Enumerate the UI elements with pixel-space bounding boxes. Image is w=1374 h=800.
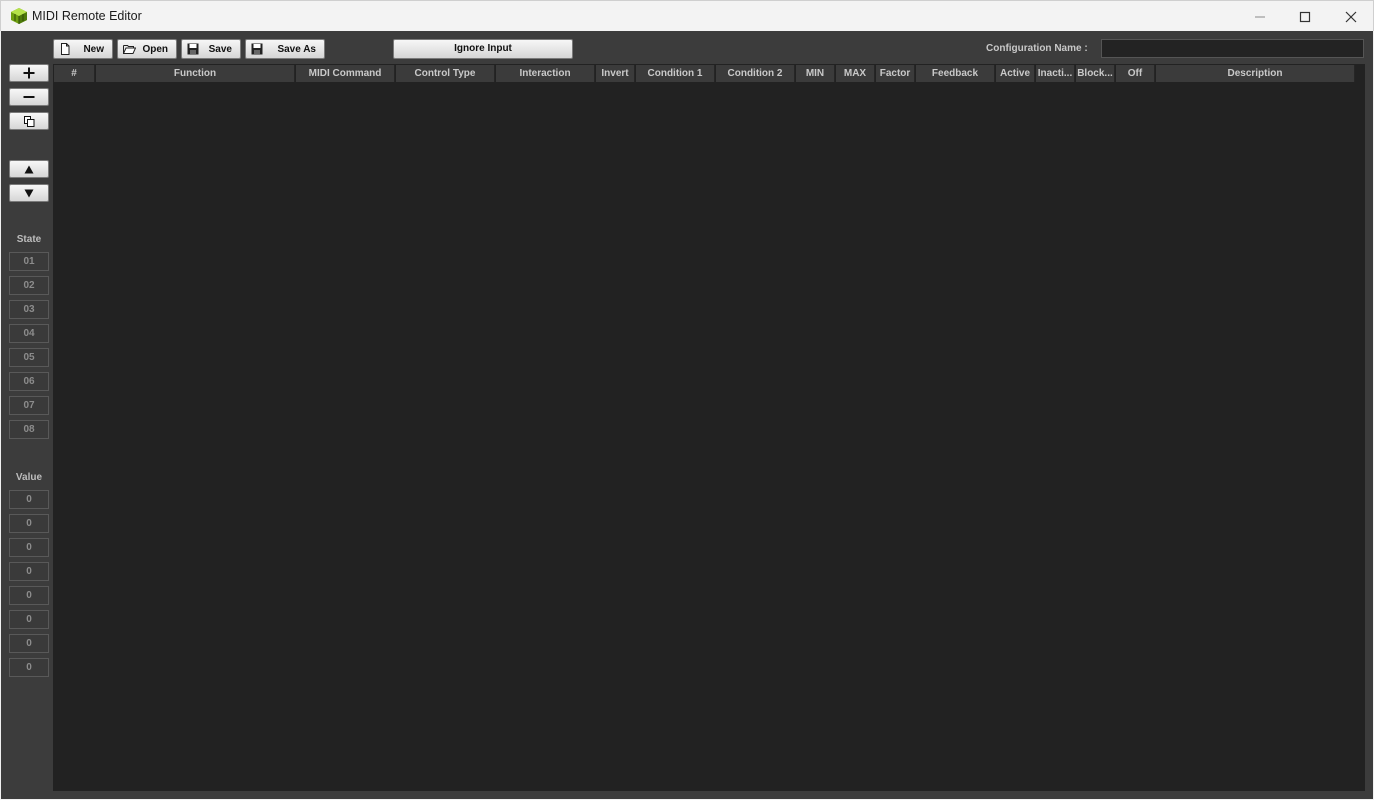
value-cell-4[interactable]: 0 — [9, 562, 49, 581]
column-header-function[interactable]: Function — [96, 65, 295, 82]
state-cell-08[interactable]: 08 — [9, 420, 49, 439]
column-header-midi-command[interactable]: MIDI Command — [296, 65, 395, 82]
value-cell-3[interactable]: 0 — [9, 538, 49, 557]
ignore-input-button[interactable]: Ignore Input — [393, 39, 573, 59]
save-as-button[interactable]: Save As — [245, 39, 325, 59]
minus-icon — [23, 96, 35, 98]
duplicate-row-button[interactable] — [9, 112, 49, 130]
column-header-factor[interactable]: Factor — [876, 65, 915, 82]
value-cell-1[interactable]: 0 — [9, 490, 49, 509]
state-cell-06[interactable]: 06 — [9, 372, 49, 391]
floppy-disk-icon — [251, 43, 263, 55]
floppy-disk-icon — [187, 43, 199, 55]
column-header-description[interactable]: Description — [1156, 65, 1355, 82]
arrow-down-icon — [24, 189, 34, 197]
close-button[interactable] — [1328, 1, 1374, 32]
state-cell-04[interactable]: 04 — [9, 324, 49, 343]
column-header-interaction[interactable]: Interaction — [496, 65, 595, 82]
column-header-inactive[interactable]: Inacti... — [1036, 65, 1075, 82]
value-cell-2[interactable]: 0 — [9, 514, 49, 533]
move-down-button[interactable] — [9, 184, 49, 202]
state-label: State — [16, 234, 42, 245]
value-cell-7[interactable]: 0 — [9, 634, 49, 653]
value-cell-8[interactable]: 0 — [9, 658, 49, 677]
value-cell-6[interactable]: 0 — [9, 610, 49, 629]
column-header-feedback[interactable]: Feedback — [916, 65, 995, 82]
save-button[interactable]: Save — [181, 39, 241, 59]
state-cell-05[interactable]: 05 — [9, 348, 49, 367]
plus-icon — [23, 67, 35, 79]
column-header-blocked[interactable]: Block... — [1076, 65, 1115, 82]
editor-window: New Open Save Save As Ignore Input Confi… — [1, 31, 1373, 799]
state-cell-01[interactable]: 01 — [9, 252, 49, 271]
open-button-label: Open — [142, 44, 168, 55]
add-row-button[interactable] — [9, 64, 49, 82]
value-label: Value — [15, 472, 43, 483]
column-header-max[interactable]: MAX — [836, 65, 875, 82]
new-button[interactable]: New — [53, 39, 113, 59]
midi-mapping-table[interactable]: # Function MIDI Command Control Type Int… — [53, 64, 1365, 791]
state-cell-03[interactable]: 03 — [9, 300, 49, 319]
column-header-off[interactable]: Off — [1116, 65, 1155, 82]
state-cell-02[interactable]: 02 — [9, 276, 49, 295]
column-header-number[interactable]: # — [54, 65, 95, 82]
save-as-button-label: Save As — [277, 44, 316, 55]
state-cell-07[interactable]: 07 — [9, 396, 49, 415]
minimize-button[interactable] — [1237, 1, 1283, 32]
folder-open-icon — [123, 43, 137, 55]
column-header-control-type[interactable]: Control Type — [396, 65, 495, 82]
maximize-button[interactable] — [1282, 1, 1328, 32]
move-up-button[interactable] — [9, 160, 49, 178]
save-button-label: Save — [208, 44, 232, 55]
arrow-up-icon — [24, 165, 34, 173]
remove-row-button[interactable] — [9, 88, 49, 106]
column-header-condition-1[interactable]: Condition 1 — [636, 65, 715, 82]
value-cell-5[interactable]: 0 — [9, 586, 49, 605]
configuration-name-input[interactable] — [1101, 39, 1364, 58]
column-header-invert[interactable]: Invert — [596, 65, 635, 82]
open-button[interactable]: Open — [117, 39, 177, 59]
title-bar: MIDI Remote Editor — [0, 0, 1374, 31]
maximize-icon — [1299, 11, 1311, 22]
new-file-icon — [59, 43, 71, 55]
copy-icon — [23, 115, 34, 127]
app-logo-icon — [10, 7, 28, 25]
new-button-label: New — [83, 44, 104, 55]
configuration-name-label: Configuration Name : — [986, 43, 1088, 54]
minimize-icon — [1255, 16, 1265, 17]
column-header-min[interactable]: MIN — [796, 65, 835, 82]
column-header-condition-2[interactable]: Condition 2 — [716, 65, 795, 82]
window-title: MIDI Remote Editor — [32, 9, 142, 23]
close-icon — [1345, 11, 1357, 22]
column-header-active[interactable]: Active — [996, 65, 1035, 82]
